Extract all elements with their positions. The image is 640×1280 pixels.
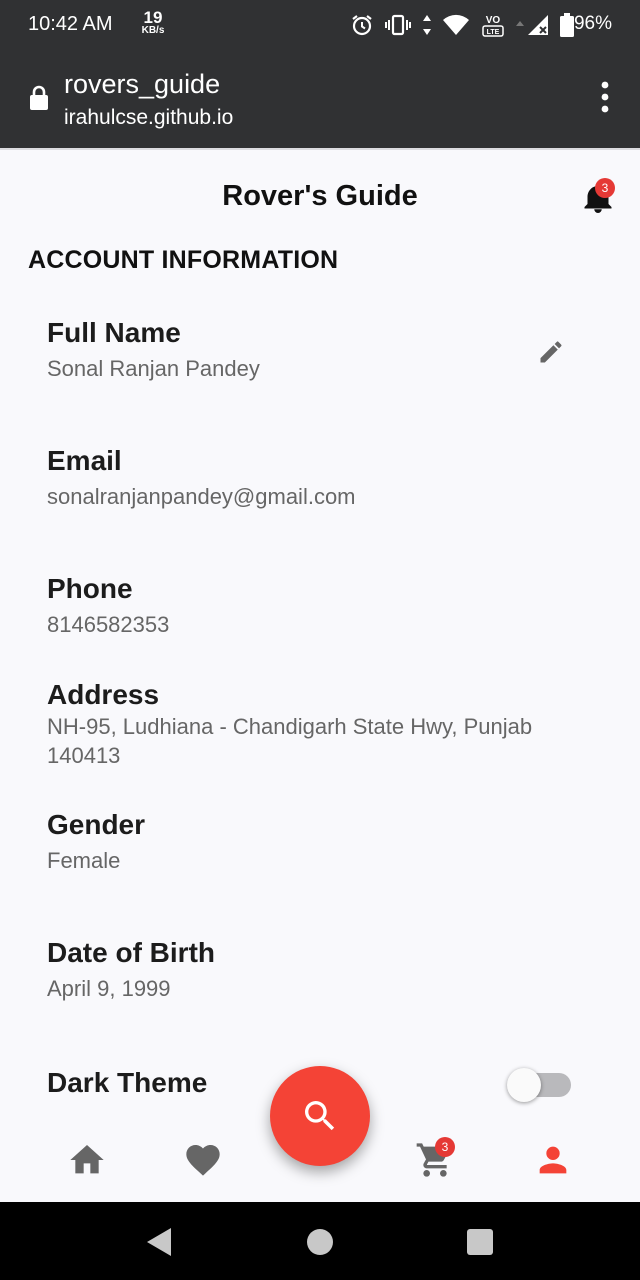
field-value: sonalranjanpandey@gmail.com [47,484,356,509]
nav-profile[interactable] [533,1140,573,1180]
dark-theme-toggle[interactable] [507,1068,571,1102]
status-bar: 10:42 AM 19 KB/s VO LTE 96% [0,0,640,50]
nav-home[interactable] [67,1140,107,1180]
page-title: Rover's Guide [222,180,418,212]
field-value: Sonal Ranjan Pandey [47,356,260,381]
system-nav-bar [0,1202,640,1280]
profile-icon [539,1146,567,1174]
nav-cart[interactable]: 3 [415,1137,455,1180]
battery-percent: 96% [573,13,612,34]
data-arrows-icon [423,15,431,35]
field-value: Female [47,848,121,873]
section-title: ACCOUNT INFORMATION [28,246,339,274]
cart-badge: 3 [435,1137,455,1157]
field-label: Date of Birth [47,937,215,968]
date-of-birth-field: Date of Birth April 9, 1999 [47,936,607,1003]
network-speed-unit: KB/s [141,25,165,36]
home-icon [70,1145,104,1174]
field-label: Full Name [47,317,181,348]
field-value: NH-95, Ludhiana - Chandigarh State Hwy, … [47,714,533,768]
gender-field: Gender Female [47,808,607,875]
recent-apps-icon[interactable] [467,1229,493,1255]
back-icon[interactable] [145,1226,173,1258]
browser-divider [0,148,640,150]
field-label: Phone [47,573,133,604]
field-label: Gender [47,809,146,840]
svg-text:LTE: LTE [487,29,500,36]
phone-field: Phone 8146582353 [47,572,607,639]
status-time: 10:42 AM [28,13,113,35]
search-icon [305,1101,335,1131]
full-name-field: Full Name Sonal Ranjan Pandey [47,316,607,383]
more-vert-icon[interactable] [600,81,610,113]
site-name[interactable]: rovers_guide [64,69,220,100]
network-speed: 19 KB/s [137,9,169,36]
edit-icon[interactable] [537,338,565,366]
home-button-icon[interactable] [307,1229,333,1255]
field-label: Email [47,445,122,476]
signal-icon [516,15,548,35]
favorite-icon [186,1145,220,1176]
site-url[interactable]: irahulcse.github.io [64,106,233,130]
battery-icon [560,13,574,37]
field-label: Address [47,679,160,710]
field-value: 8146582353 [47,612,170,637]
svg-text:VO: VO [486,15,501,26]
toggle-thumb [507,1068,541,1102]
notification-badge: 3 [595,178,615,198]
lock-icon [30,85,48,110]
notifications-button[interactable]: 3 [580,178,616,216]
volte-icon: VO LTE [482,15,504,37]
vibrate-icon [385,14,411,36]
email-field: Email sonalranjanpandey@gmail.com [47,444,607,511]
alarm-icon [352,15,372,36]
network-speed-value: 19 [143,8,163,27]
address-field: Address NH-95, Ludhiana - Chandigarh Sta… [47,678,599,770]
search-fab[interactable] [270,1066,370,1166]
browser-bar: rovers_guide irahulcse.github.io [0,50,640,148]
field-value: April 9, 1999 [47,976,171,1001]
status-icons: VO LTE [350,12,574,38]
nav-favorites[interactable] [183,1140,223,1180]
dark-theme-label: Dark Theme [47,1067,208,1098]
wifi-icon [443,14,469,35]
